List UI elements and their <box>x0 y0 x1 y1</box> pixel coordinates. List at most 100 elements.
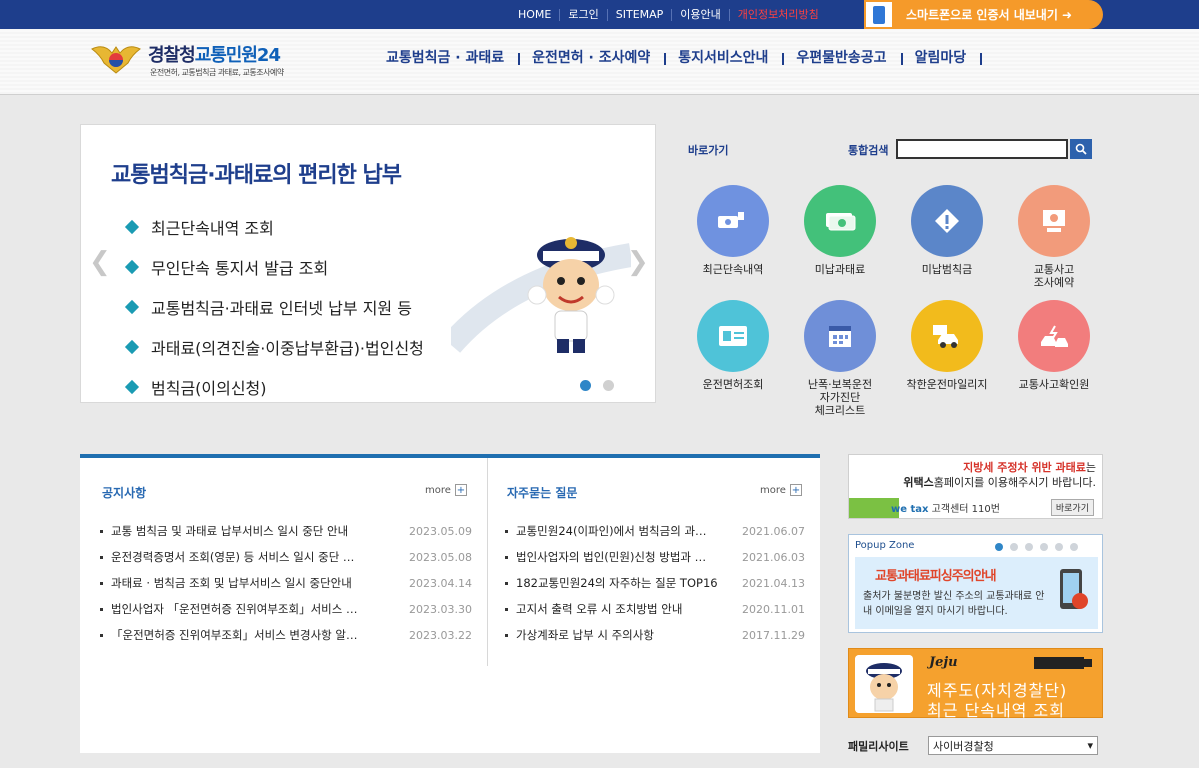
popup-dot[interactable] <box>995 543 1003 551</box>
sitemap-link[interactable]: SITEMAP <box>606 8 672 21</box>
faq-item[interactable]: 고지서 출력 오류 시 조치방법 안내 2020.11.01 <box>505 596 805 622</box>
popup-dot[interactable] <box>1025 543 1033 551</box>
main-visual-slider: 교통범칙금·과태료의 편리한 납부 최근단속내역 조회 무인단속 통지서 발급 … <box>80 124 656 403</box>
faq-item[interactable]: 법인사업자의 법인(민원)신청 방법과 … 2021.06.03 <box>505 544 805 570</box>
quick-good-driving-mileage[interactable]: 착한운전마일리지 <box>897 300 997 391</box>
popup-dot[interactable] <box>1055 543 1063 551</box>
visual-feature-item[interactable]: 무인단속 통지서 발급 조회 <box>124 247 424 287</box>
notice-item[interactable]: 과태료 · 범칙금 조회 및 납부서비스 일시 중단안내 2023.04.14 <box>100 570 472 596</box>
export-certificate-button[interactable]: 스마트폰으로 인증서 내보내기 ➜ <box>864 0 1103 29</box>
chevron-down-icon: ▾ <box>1087 739 1093 752</box>
nav-license[interactable]: 운전면허 · 조사예약 <box>518 47 667 67</box>
police-mascot-illustration <box>451 237 631 353</box>
login-link[interactable]: 로그인 <box>559 8 606 21</box>
usage-guide-link[interactable]: 이용안내 <box>671 8 728 21</box>
plus-icon: + <box>454 484 467 496</box>
slider-pagination <box>580 380 626 391</box>
jeju-line2: 최근 단속내역 조회 <box>927 701 1065 720</box>
notice-item[interactable]: 법인사업자 「운전면허증 진위여부조회」서비스 … 2023.03.30 <box>100 596 472 622</box>
slider-dot[interactable] <box>603 380 614 391</box>
quick-reckless-driving-checklist[interactable]: 난폭·보복운전 자가진단 체크리스트 <box>790 300 890 417</box>
family-site-label: 패밀리사이트 <box>848 740 909 753</box>
monitor-icon <box>1018 185 1090 257</box>
notice-item[interactable]: 운전경력증명서 조회(영문) 등 서비스 일시 중단 … 2023.05.08 <box>100 544 472 570</box>
speed-camera-icon <box>1034 657 1092 669</box>
export-certificate-label: 스마트폰으로 인증서 내보내기 ➜ <box>906 8 1073 22</box>
nav-fines[interactable]: 교통범칙금 · 과태료 <box>372 47 521 67</box>
diamond-bullet-icon <box>124 379 140 395</box>
visual-title: 교통범칙금·과태료의 편리한 납부 <box>111 163 402 188</box>
search-button[interactable] <box>1070 139 1092 159</box>
plus-icon: + <box>789 484 802 496</box>
slider-prev-button[interactable]: ❮ <box>89 247 111 277</box>
popup-headline: 교통과태료피싱주의안내 <box>875 569 997 584</box>
visual-feature-item[interactable]: 최근단속내역 조회 <box>124 207 424 247</box>
quick-accident-certificate[interactable]: 교통사고확인원 <box>1004 300 1104 391</box>
diamond-bullet-icon <box>124 259 140 275</box>
money-icon <box>804 185 876 257</box>
popup-pagination <box>995 543 1085 551</box>
wetax-go-button[interactable]: 바로가기 <box>1050 499 1094 516</box>
faq-item[interactable]: 182교통민원24의 자주하는 질문 TOP16 2021.04.13 <box>505 570 805 596</box>
camera-icon <box>697 185 769 257</box>
slider-dot[interactable] <box>580 380 591 391</box>
visual-feature-item[interactable]: 범칙금(이의신청) <box>124 367 424 407</box>
quick-license-check[interactable]: 운전면허조회 <box>683 300 783 391</box>
nav-returned-mail[interactable]: 우편물반송공고 <box>782 47 903 67</box>
faq-item[interactable]: 교통민원24(이파인)에서 범칙금의 과… 2021.06.07 <box>505 518 805 544</box>
home-link[interactable]: HOME <box>510 8 559 21</box>
family-site-select[interactable]: 사이버경찰청 ▾ <box>928 736 1098 755</box>
utility-links: HOME 로그인 SITEMAP 이용안내 개인정보처리방침 <box>510 0 827 29</box>
slider-next-button[interactable]: ❯ <box>627 247 649 277</box>
search-input[interactable] <box>896 139 1068 159</box>
police-mascot-icon <box>855 655 913 713</box>
notice-title: 공지사항 <box>102 486 147 500</box>
nav-notification[interactable]: 통지서비스안내 <box>664 47 785 67</box>
police-emblem-icon <box>91 46 141 74</box>
popup-zone-title: Popup Zone <box>855 540 915 551</box>
popup-zone: Popup Zone 교통과태료피싱주의안내 출처가 불분명한 발신 주소의 교… <box>848 534 1103 633</box>
search-label: 통합검색 <box>848 144 889 157</box>
nav-news[interactable]: 알림마당 <box>901 47 982 67</box>
faq-list: 교통민원24(이파인)에서 범칙금의 과… 2021.06.07 법인사업자의 법… <box>505 518 805 648</box>
top-utility-bar: HOME 로그인 SITEMAP 이용안내 개인정보처리방침 스마트폰으로 인증… <box>0 0 1199 29</box>
quick-recent-enforcement[interactable]: 최근단속내역 <box>683 185 783 276</box>
notice-list: 교통 범칙금 및 과태료 납부서비스 일시 중단 안내 2023.05.09 운전… <box>100 518 472 648</box>
popup-dot[interactable] <box>1010 543 1018 551</box>
visual-feature-item[interactable]: 교통범칙금·과태료 인터넷 납부 지원 등 <box>124 287 424 327</box>
notice-board: 공지사항 more + 교통 범칙금 및 과태료 납부서비스 일시 중단 안내 20… <box>80 458 488 666</box>
jeju-enforcement-banner[interactable]: Jeju 제주도(자치경찰단) 최근 단속내역 조회 <box>848 648 1103 720</box>
faq-item[interactable]: 가상계좌로 납부 시 주의사항 2017.11.29 <box>505 622 805 648</box>
logo-title: 경찰청교통민원24 <box>148 45 281 66</box>
license-icon <box>697 300 769 372</box>
diamond-bullet-icon <box>124 299 140 315</box>
smartphone-icon <box>864 0 894 29</box>
notice-more-button[interactable]: more + <box>425 484 467 496</box>
popup-dot[interactable] <box>1040 543 1048 551</box>
quick-unpaid-penalty[interactable]: 미납범칙금 <box>897 185 997 276</box>
privacy-policy-link[interactable]: 개인정보처리방침 <box>728 8 827 21</box>
faq-more-button[interactable]: more + <box>760 484 802 496</box>
popup-dot[interactable] <box>1070 543 1078 551</box>
header: 경찰청교통민원24 운전면허, 교통범칙금 과태료, 교통조사예약 교통범칙금 … <box>0 29 1199 95</box>
faq-board: 자주묻는 질문 more + 교통민원24(이파인)에서 범칙금의 과… 2021.… <box>489 458 820 753</box>
diamond-bullet-icon <box>124 219 140 235</box>
diamond-bullet-icon <box>124 339 140 355</box>
family-site-value: 사이버경찰청 <box>933 739 994 753</box>
search-icon <box>1075 143 1087 155</box>
quick-links-title: 바로가기 <box>688 144 729 157</box>
notice-item[interactable]: 교통 범칙금 및 과태료 납부서비스 일시 중단 안내 2023.05.09 <box>100 518 472 544</box>
wetax-banner[interactable]: 지방세 주정차 위반 과태료는 위택스홈페이지를 이용해주시기 바랍니다. we… <box>848 454 1103 519</box>
faq-title: 자주묻는 질문 <box>507 486 578 500</box>
phishing-phone-icon <box>1060 569 1088 609</box>
notice-item[interactable]: 「운전면허증 진위여부조회」서비스 변경사항 알… 2023.03.22 <box>100 622 472 648</box>
wetax-brand: we tax 고객센터 110번 <box>891 504 1000 515</box>
site-logo[interactable]: 경찰청교통민원24 운전면허, 교통범칙금 과태료, 교통조사예약 <box>90 39 320 87</box>
board-panel: 공지사항 more + 교통 범칙금 및 과태료 납부서비스 일시 중단 안내 20… <box>80 454 820 753</box>
car-icon <box>911 300 983 372</box>
quick-accident-reservation[interactable]: 교통사고 조사예약 <box>1004 185 1104 289</box>
quick-unpaid-fine[interactable]: 미납과태료 <box>790 185 890 276</box>
visual-feature-item[interactable]: 과태료(의견진술·이중납부환급)·법인신청 <box>124 327 424 367</box>
visual-feature-list: 최근단속내역 조회 무인단속 통지서 발급 조회 교통범칙금·과태료 인터넷 납… <box>124 207 424 407</box>
popup-banner[interactable]: 교통과태료피싱주의안내 출처가 불분명한 발신 주소의 교통과태료 안내 이메일… <box>855 557 1098 629</box>
